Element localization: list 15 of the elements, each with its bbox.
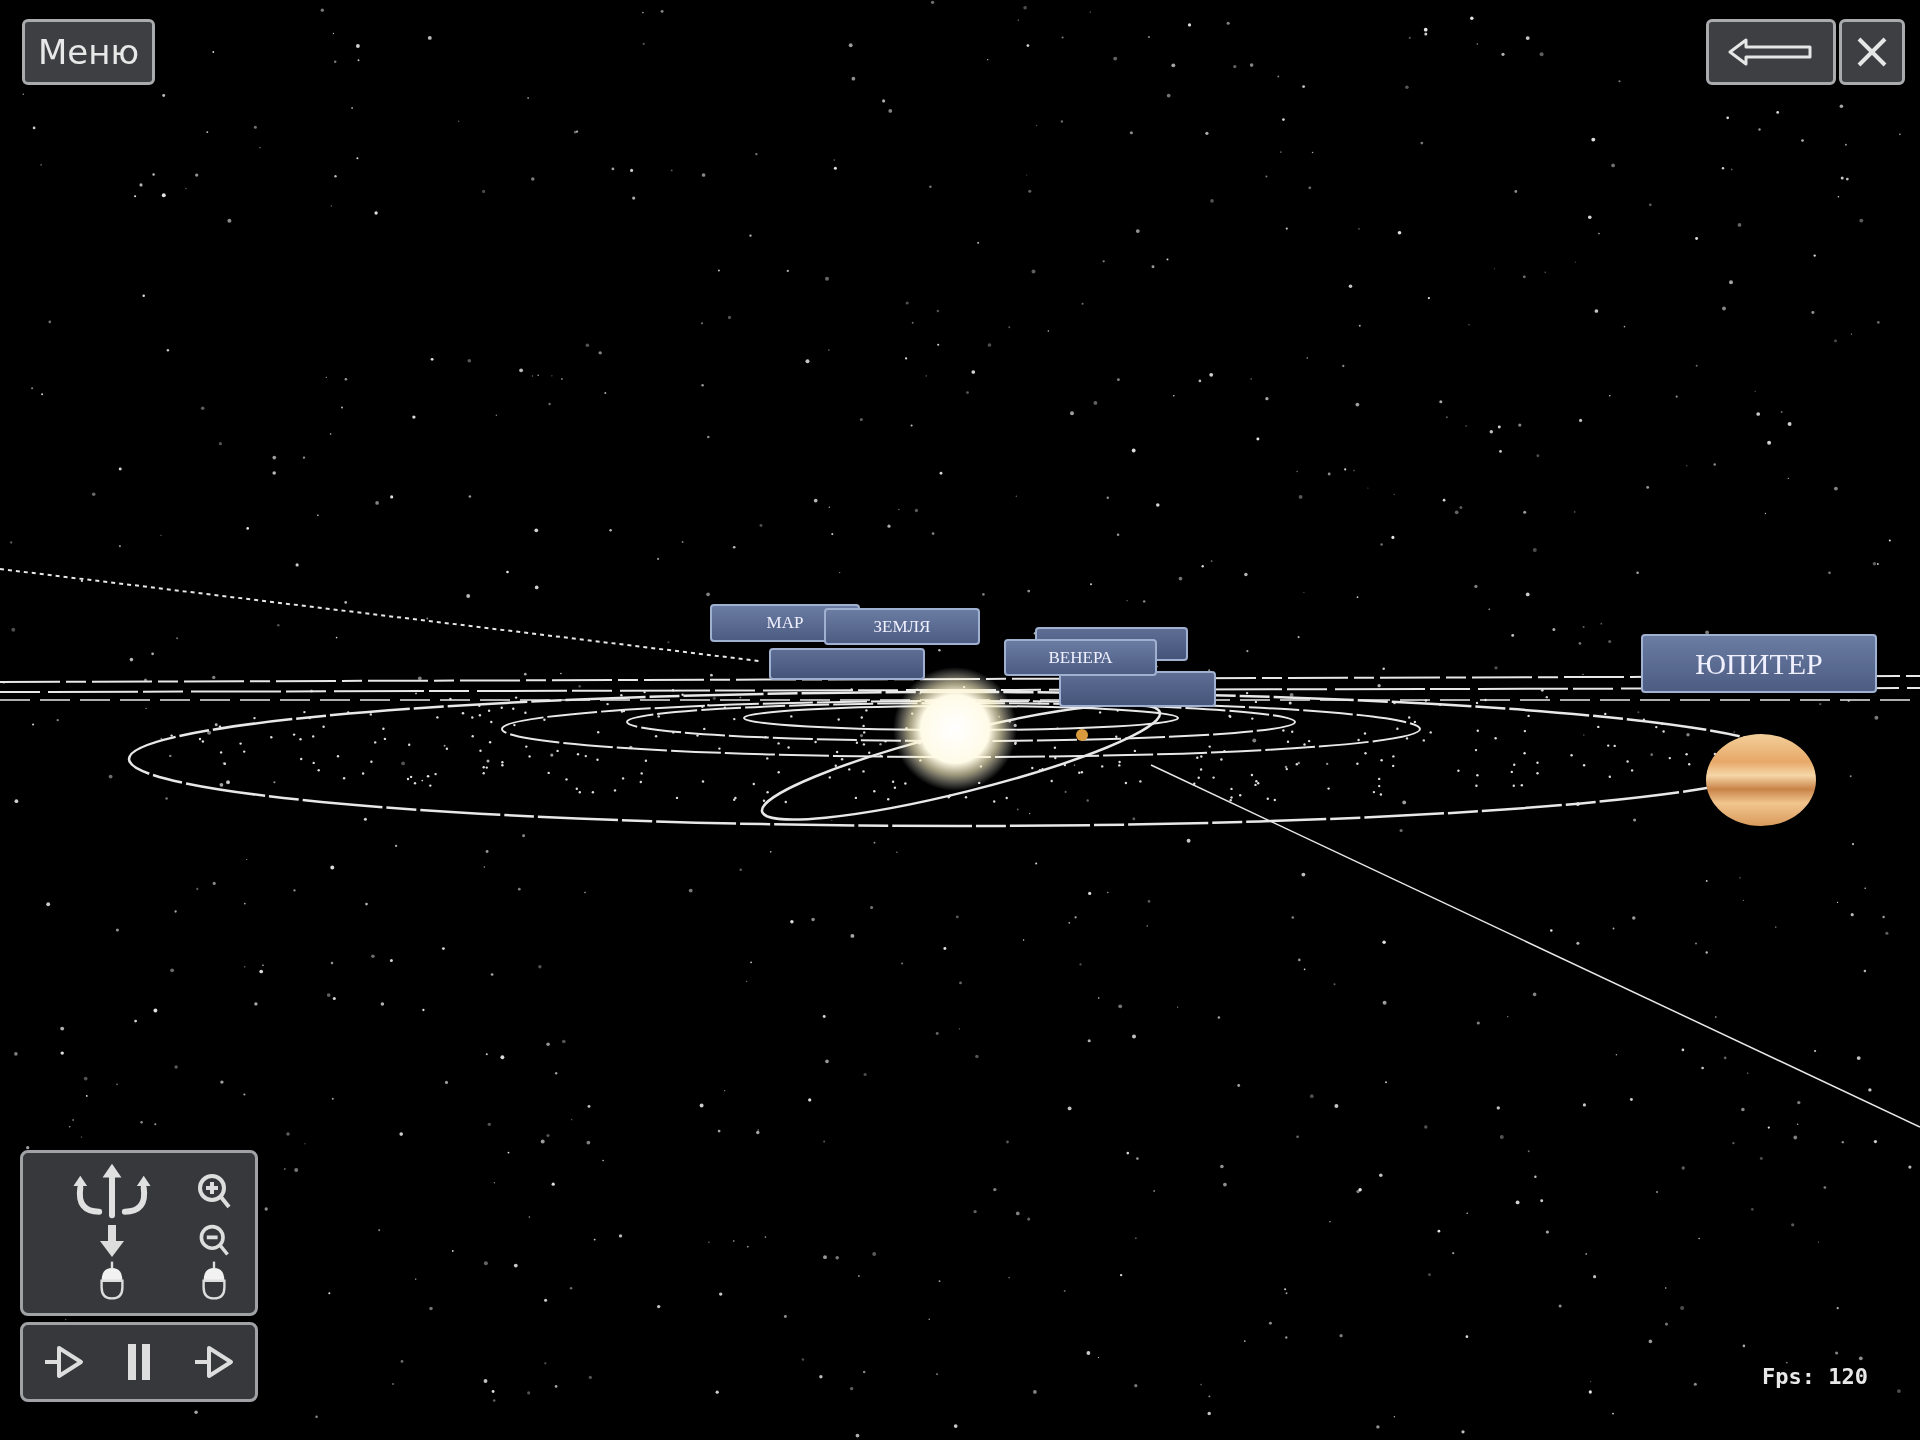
fps-counter: Fps: 120 [1762,1364,1868,1389]
planet [1076,729,1088,741]
close-button[interactable] [1839,19,1905,85]
planet-label: ЗЕМЛЯ [824,608,980,645]
mouse-icon[interactable] [200,1260,228,1300]
mouse-icon[interactable] [98,1260,126,1300]
pause-icon[interactable] [126,1342,152,1382]
fast-forward-icon[interactable] [192,1344,235,1380]
arrow-down-icon[interactable] [97,1223,127,1259]
menu-button[interactable]: Меню [22,19,155,85]
back-button[interactable] [1706,19,1836,85]
close-icon [1855,35,1889,69]
planet-label: ЮПИТЕР [1641,634,1877,693]
planet-label: ВЕНЕРА [1004,639,1157,676]
play-icon[interactable] [43,1344,86,1380]
